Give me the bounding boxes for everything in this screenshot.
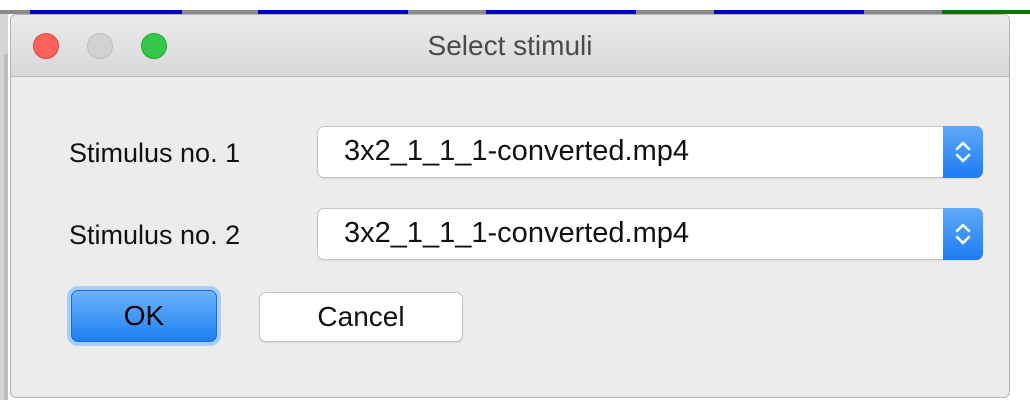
cancel-button[interactable]: Cancel xyxy=(259,292,463,342)
stimulus-row-1: Stimulus no. 1 3x2_1_1_1-converted.mp4 xyxy=(11,126,1009,178)
up-down-chevron-icon[interactable] xyxy=(943,208,983,260)
background-right-area xyxy=(1012,14,1030,400)
stimulus-2-label: Stimulus no. 2 xyxy=(69,220,241,250)
stimulus-2-select[interactable]: 3x2_1_1_1-converted.mp4 xyxy=(317,208,983,260)
window-title: Select stimuli xyxy=(427,30,593,61)
ok-button[interactable]: OK xyxy=(71,290,217,342)
background-window-strip xyxy=(0,0,1030,14)
stimulus-row-2: Stimulus no. 2 3x2_1_1_1-converted.mp4 xyxy=(11,208,1009,260)
title-bar[interactable]: Select stimuli xyxy=(11,15,1009,77)
stimulus-1-value: 3x2_1_1_1-converted.mp4 xyxy=(344,135,690,167)
stimulus-2-value: 3x2_1_1_1-converted.mp4 xyxy=(344,217,690,249)
background-window-edge xyxy=(0,14,8,400)
up-down-chevron-icon[interactable] xyxy=(943,126,983,178)
stimulus-1-select[interactable]: 3x2_1_1_1-converted.mp4 xyxy=(317,126,983,178)
stimulus-1-label: Stimulus no. 1 xyxy=(69,138,241,168)
select-stimuli-dialog: Select stimuli Stimulus no. 1 3x2_1_1_1-… xyxy=(10,14,1010,398)
